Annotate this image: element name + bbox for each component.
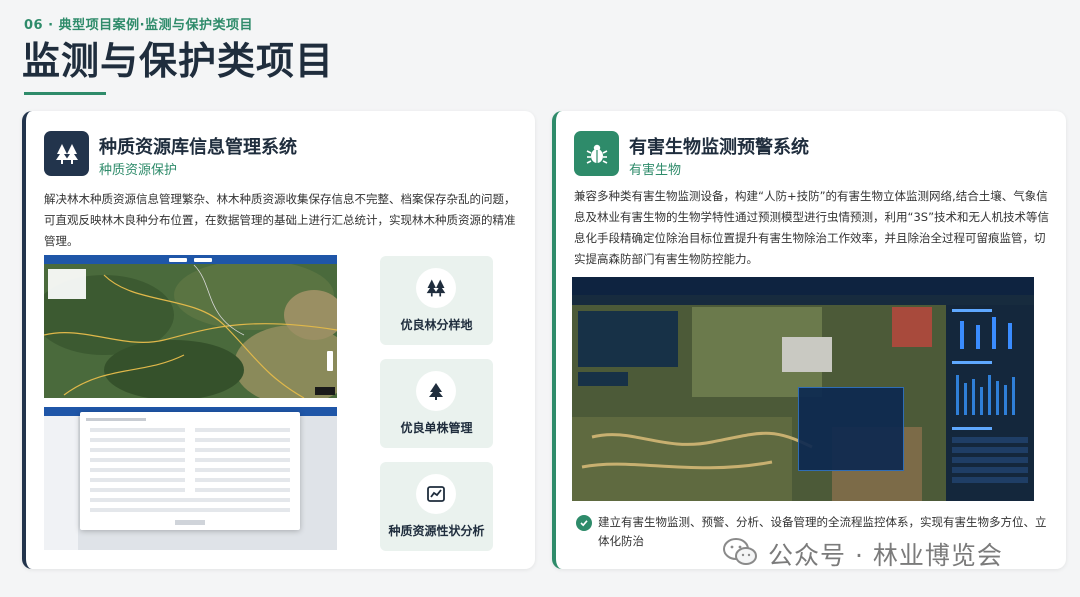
feature-single-tree-management: 优良单株管理 [380, 359, 493, 448]
pest-dashboard-screenshot [572, 277, 1034, 501]
card-title: 种质资源库信息管理系统 [99, 137, 297, 158]
data-form-screenshot [44, 407, 337, 550]
card-title: 有害生物监测预警系统 [629, 137, 809, 158]
card-description: 解决林木种质资源信息管理繁杂、林木种质资源收集保存信息不完整、档案保存杂乱的问题… [44, 192, 516, 248]
trees-icon [416, 268, 456, 308]
card-subtitle: 种质资源保护 [99, 163, 178, 178]
feature-label: 种质资源性状分析 [388, 524, 485, 538]
feature-fine-forest-plot: 优良林分样地 [380, 256, 493, 345]
watermark-text: 公众号 · 林业博览会 [768, 541, 1003, 570]
watermark: 公众号 · 林业博览会 [722, 536, 1003, 572]
single-tree-icon [416, 371, 456, 411]
pest-warning-system-card: 有害生物监测预警系统 有害生物 兼容多种类有害生物监测设备，构建“人防+技防”的… [552, 111, 1066, 569]
feature-label: 优良林分样地 [400, 318, 473, 332]
check-icon [576, 515, 592, 531]
line-chart-icon [416, 474, 456, 514]
title-underline [24, 92, 106, 95]
feature-label: 优良单株管理 [400, 421, 473, 435]
page-title: 监测与保护类项目 [22, 39, 335, 83]
wechat-icon [722, 537, 758, 571]
card-subtitle: 有害生物 [629, 163, 682, 178]
map-screenshot [44, 255, 337, 398]
feature-trait-analysis: 种质资源性状分析 [380, 462, 493, 551]
card-description: 兼容多种类有害生物监测设备，构建“人防+技防”的有害生物立体监测网络,结合土壤、… [574, 189, 1050, 266]
trees-icon [44, 131, 89, 176]
germplasm-system-card: 种质资源库信息管理系统 种质资源保护 解决林木种质资源信息管理繁杂、林木种质资源… [22, 111, 535, 569]
bug-icon [574, 131, 619, 176]
